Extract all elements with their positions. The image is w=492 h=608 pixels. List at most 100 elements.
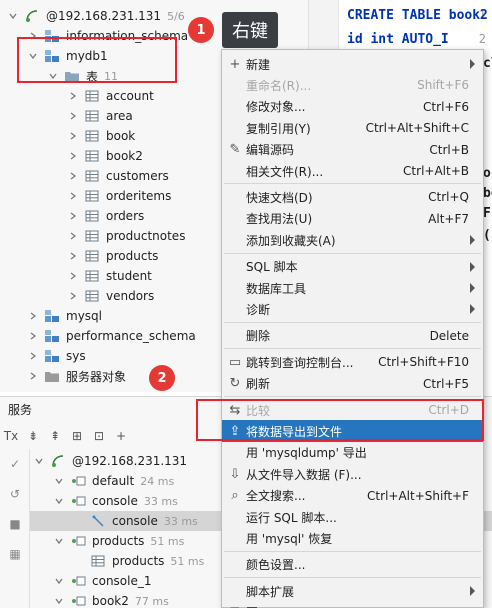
schema-icon bbox=[44, 28, 60, 44]
menu-item-22[interactable]: 用 'mysqldump' 导出 bbox=[222, 442, 483, 464]
chevron-down-icon[interactable] bbox=[54, 496, 64, 506]
menu-item-7[interactable]: 快速文档(D) Ctrl+Q bbox=[222, 186, 483, 208]
menu-item-31[interactable]: ⊞图 bbox=[222, 602, 483, 608]
chevron-right-icon[interactable] bbox=[68, 131, 78, 141]
menu-item-12[interactable]: 数据库工具 bbox=[222, 277, 483, 299]
menu-item-0[interactable]: + 新建 bbox=[222, 53, 483, 75]
chevron-down-icon[interactable] bbox=[8, 11, 18, 21]
layout-icon[interactable]: ⊡ bbox=[88, 426, 110, 446]
menu-item-8[interactable]: 查找用法(U) Alt+F7 bbox=[222, 208, 483, 230]
menu-item-2[interactable]: 修改对象... Ctrl+F6 bbox=[222, 96, 483, 118]
menu-item-4[interactable]: ✎ 编辑源码 Ctrl+B bbox=[222, 139, 483, 161]
tree-connection[interactable]: @192.168.231.131 5/6 bbox=[0, 6, 346, 26]
menu-item-15[interactable]: 删除 Delete bbox=[222, 325, 483, 347]
menu-item-13[interactable]: 诊断 bbox=[222, 298, 483, 320]
menu-item-23[interactable]: ⇩ 从文件导入数据 (F)... bbox=[222, 463, 483, 485]
menu-item-label: 相关文件(R)... bbox=[246, 164, 324, 179]
menu-item-25[interactable]: 运行 SQL 脚本... bbox=[222, 506, 483, 528]
menu-item-26[interactable]: 用 'mysql' 恢复 bbox=[222, 527, 483, 549]
chevron-down-icon[interactable] bbox=[54, 576, 64, 586]
chevron-right-icon[interactable] bbox=[68, 151, 78, 161]
compare-icon: ⇆ bbox=[229, 402, 241, 418]
chevron-right-icon[interactable] bbox=[68, 171, 78, 181]
running-dot-icon bbox=[70, 573, 86, 589]
chevron-down-icon[interactable] bbox=[54, 476, 64, 486]
menu-item-9[interactable]: 添加到收藏夹(A) bbox=[222, 229, 483, 251]
menu-item-28[interactable]: 颜色设置... bbox=[222, 554, 483, 576]
add-icon[interactable]: + bbox=[110, 426, 132, 446]
chevron-right-icon[interactable] bbox=[28, 311, 38, 321]
chevron-right-icon[interactable] bbox=[28, 351, 38, 361]
code-fragment: FI bbox=[483, 206, 492, 221]
menu-item-3[interactable]: 复制引用(Y) Ctrl+Alt+Shift+C bbox=[222, 117, 483, 139]
tree-item-label: @192.168.231.131 bbox=[46, 9, 162, 23]
chevron-right-icon[interactable] bbox=[68, 211, 78, 221]
undo-icon[interactable]: ↺ bbox=[0, 479, 30, 509]
console-item-icon bbox=[90, 513, 106, 529]
chevron-right-icon[interactable] bbox=[68, 271, 78, 281]
chevron-right-icon[interactable] bbox=[68, 231, 78, 241]
chevron-down-icon[interactable] bbox=[34, 456, 44, 466]
code-line[interactable]: id int AUTO_I bbox=[347, 32, 449, 47]
menu-separator bbox=[224, 321, 481, 323]
menu-item-shortcut: Ctrl+D bbox=[428, 403, 469, 417]
layout-icon[interactable]: ▦ bbox=[0, 539, 30, 569]
chevron-right-icon[interactable] bbox=[28, 371, 38, 381]
menu-item-11[interactable]: SQL 脚本 bbox=[222, 256, 483, 278]
schema-icon bbox=[44, 48, 60, 64]
chevron-down-icon[interactable] bbox=[54, 536, 64, 546]
menu-item-24[interactable]: ⌕ 全文搜索... Ctrl+Alt+Shift+F bbox=[222, 485, 483, 507]
chevron-down-icon[interactable] bbox=[48, 71, 58, 81]
menu-item-20[interactable]: ⇆ 比较 Ctrl+D bbox=[222, 399, 483, 421]
console-icon: ▭ bbox=[228, 354, 242, 370]
chevron-right-icon[interactable] bbox=[28, 331, 38, 341]
menu-item-shortcut: Alt+F7 bbox=[428, 211, 469, 226]
menu-item-label: 跳转到查询控制台... bbox=[246, 355, 354, 370]
code-fragment: bo bbox=[483, 186, 492, 201]
menu-item-5[interactable]: 相关文件(R)... Ctrl+Alt+B bbox=[222, 160, 483, 182]
menu-item-21[interactable]: ⇪ 将数据导出到文件 bbox=[222, 420, 483, 443]
service-time: 51 ms bbox=[150, 534, 185, 548]
chevron-right-icon[interactable] bbox=[68, 251, 78, 261]
menu-separator bbox=[224, 396, 481, 397]
tree-item-label: book2 bbox=[106, 149, 143, 163]
tree-schema[interactable]: information_schema bbox=[0, 26, 346, 46]
service-time: 77 ms bbox=[134, 594, 169, 608]
code-line[interactable]: CREATE TABLE book2 bbox=[347, 8, 488, 23]
collapse-all-icon[interactable]: ⇞ bbox=[44, 426, 66, 446]
chevron-right-icon[interactable] bbox=[68, 91, 78, 101]
table-icon bbox=[84, 88, 100, 104]
chevron-down-icon[interactable] bbox=[28, 51, 38, 61]
chevron-right-icon[interactable] bbox=[68, 111, 78, 121]
tree-item-label: account bbox=[106, 89, 154, 103]
service-label: default bbox=[92, 474, 135, 488]
menu-item-shortcut: Ctrl+B bbox=[429, 142, 469, 157]
menu-item-18[interactable]: ↻ 刷新 Ctrl+F5 bbox=[222, 373, 483, 395]
right-click-tooltip: 右键 bbox=[222, 12, 278, 48]
server-objects-icon bbox=[44, 368, 60, 384]
chevron-right-icon[interactable] bbox=[28, 31, 38, 41]
menu-item-label: 查找用法(U) bbox=[246, 212, 313, 227]
check-icon[interactable]: ✓ bbox=[0, 449, 30, 479]
chevron-right-icon[interactable] bbox=[68, 291, 78, 301]
chevron-right-icon[interactable] bbox=[68, 191, 78, 201]
tree-item-label: vendors bbox=[106, 289, 155, 303]
stop-icon[interactable]: ■ bbox=[0, 509, 30, 539]
table-icon bbox=[84, 268, 100, 284]
export-icon: ⇪ bbox=[229, 423, 241, 439]
menu-separator bbox=[224, 252, 481, 254]
group-icon[interactable]: ⊞ bbox=[66, 426, 88, 446]
menu-item-17[interactable]: ▭ 跳转到查询控制台... Ctrl+Shift+F10 bbox=[222, 351, 483, 373]
menu-item-1[interactable]: 重命名(R)... Shift+F6 bbox=[222, 74, 483, 96]
code-fragment: (I bbox=[483, 228, 492, 243]
menu-item-label: 用 'mysqldump' 导出 bbox=[246, 446, 367, 461]
expand-all-icon[interactable]: ⇟ bbox=[22, 426, 44, 446]
table-icon bbox=[84, 188, 100, 204]
service-label: console bbox=[112, 514, 158, 528]
menu-item-label: 编辑源码 bbox=[246, 143, 295, 158]
table-icon bbox=[84, 168, 100, 184]
menu-item-30[interactable]: 脚本扩展 bbox=[222, 580, 483, 602]
chevron-down-icon[interactable] bbox=[54, 596, 64, 606]
transaction-mode-button[interactable]: Tx bbox=[0, 426, 22, 446]
